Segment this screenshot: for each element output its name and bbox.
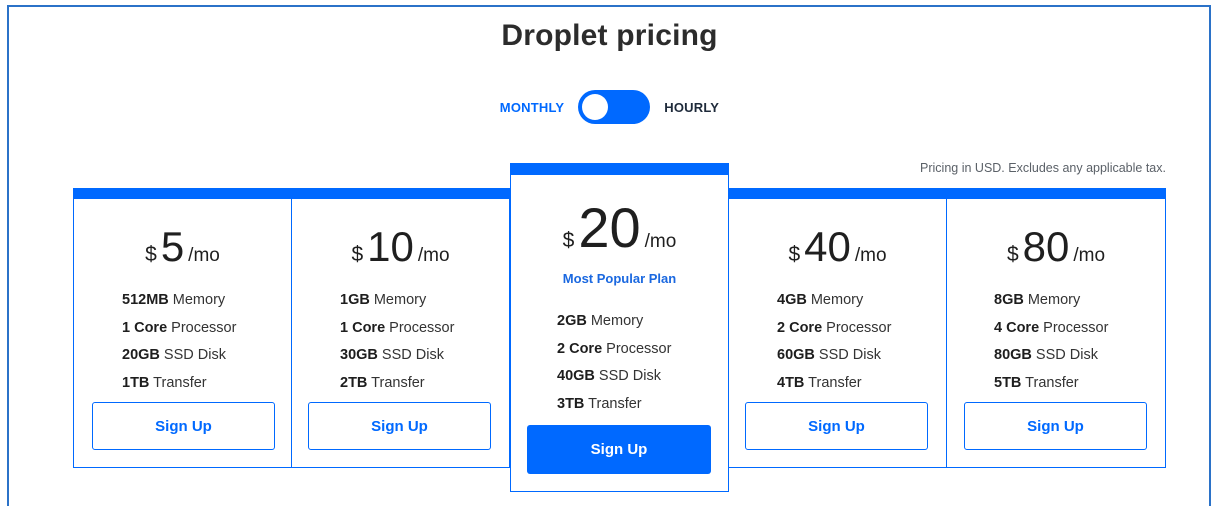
billing-toggle-row: MONTHLY HOURLY [0, 90, 1219, 124]
billing-period-switch[interactable] [578, 90, 651, 124]
plan-card-10: $ 10 /mo 1GB Memory 1 Core Processor 30G… [291, 188, 510, 468]
spec-disk: 40GB SSD Disk [557, 368, 661, 385]
tax-note: Pricing in USD. Excludes any applicable … [920, 161, 1166, 175]
spec-transfer: 4TB Transfer [777, 375, 862, 392]
plan-specs: 8GB Memory 4 Core Processor 80GB SSD Dis… [994, 287, 1108, 398]
spec-memory: 8GB Memory [994, 292, 1081, 308]
plan-specs: 512MB Memory 1 Core Processor 20GB SSD D… [122, 287, 236, 398]
sign-up-button[interactable]: Sign Up [745, 402, 928, 450]
price-amount: 20 [578, 196, 641, 259]
spec-disk: 60GB SSD Disk [777, 347, 881, 364]
spec-disk: 80GB SSD Disk [994, 347, 1098, 364]
plan-price: $ 10 /mo [292, 226, 509, 268]
monthly-label[interactable]: MONTHLY [500, 100, 564, 115]
spec-disk: 20GB SSD Disk [122, 347, 226, 364]
currency-symbol: $ [788, 243, 801, 266]
plan-card-20-featured: $ 20 /mo Most Popular Plan 2GB Memory 2 … [510, 163, 729, 492]
plan-specs: 1GB Memory 1 Core Processor 30GB SSD Dis… [340, 287, 454, 398]
spec-transfer: 3TB Transfer [557, 396, 642, 413]
spec-memory: 4GB Memory [777, 292, 864, 308]
price-period: /mo [417, 245, 450, 266]
currency-symbol: $ [1006, 243, 1019, 266]
spec-transfer: 1TB Transfer [122, 375, 207, 392]
price-amount: 80 [1022, 223, 1070, 270]
plan-card-80: $ 80 /mo 8GB Memory 4 Core Processor 80G… [946, 188, 1166, 468]
plan-specs: 2GB Memory 2 Core Processor 40GB SSD Dis… [557, 308, 671, 419]
sign-up-button[interactable]: Sign Up [92, 402, 275, 450]
spec-memory: 512MB Memory [122, 292, 226, 308]
currency-symbol: $ [145, 243, 157, 266]
spec-memory: 2GB Memory [557, 313, 644, 329]
sign-up-button[interactable]: Sign Up [308, 402, 491, 450]
spec-memory: 1GB Memory [340, 292, 427, 308]
price-period: /mo [188, 245, 220, 266]
spec-processor: 2 Core Processor [557, 340, 672, 357]
currency-symbol: $ [562, 229, 575, 252]
plan-price: $ 80 /mo [947, 226, 1165, 268]
currency-symbol: $ [351, 243, 364, 266]
hourly-label[interactable]: HOURLY [664, 100, 719, 115]
spec-processor: 2 Core Processor [777, 319, 892, 336]
price-period: /mo [644, 231, 677, 252]
price-period: /mo [854, 245, 887, 266]
spec-processor: 1 Core Processor [340, 319, 455, 336]
spec-disk: 30GB SSD Disk [340, 347, 444, 364]
price-period: /mo [1073, 245, 1106, 266]
spec-transfer: 5TB Transfer [994, 375, 1079, 392]
switch-knob [582, 94, 609, 120]
spec-transfer: 2TB Transfer [340, 375, 425, 392]
plan-price: $ 5 /mo [74, 226, 291, 268]
price-amount: 10 [367, 223, 414, 270]
plan-specs: 4GB Memory 2 Core Processor 60GB SSD Dis… [777, 287, 891, 398]
sign-up-button-primary[interactable]: Sign Up [527, 425, 711, 474]
plan-price: $ 20 /mo [511, 200, 728, 256]
most-popular-badge: Most Popular Plan [562, 271, 677, 286]
plan-card-5: $ 5 /mo 512MB Memory 1 Core Processor 20… [73, 188, 292, 468]
sign-up-button[interactable]: Sign Up [964, 402, 1147, 450]
price-amount: 5 [160, 223, 185, 270]
spec-processor: 4 Core Processor [994, 319, 1109, 336]
price-amount: 40 [804, 223, 851, 270]
spec-processor: 1 Core Processor [122, 319, 237, 336]
page-title: Droplet pricing [501, 19, 718, 52]
plan-price: $ 40 /mo [729, 226, 946, 268]
plan-card-40: $ 40 /mo 4GB Memory 2 Core Processor 60G… [728, 188, 947, 468]
